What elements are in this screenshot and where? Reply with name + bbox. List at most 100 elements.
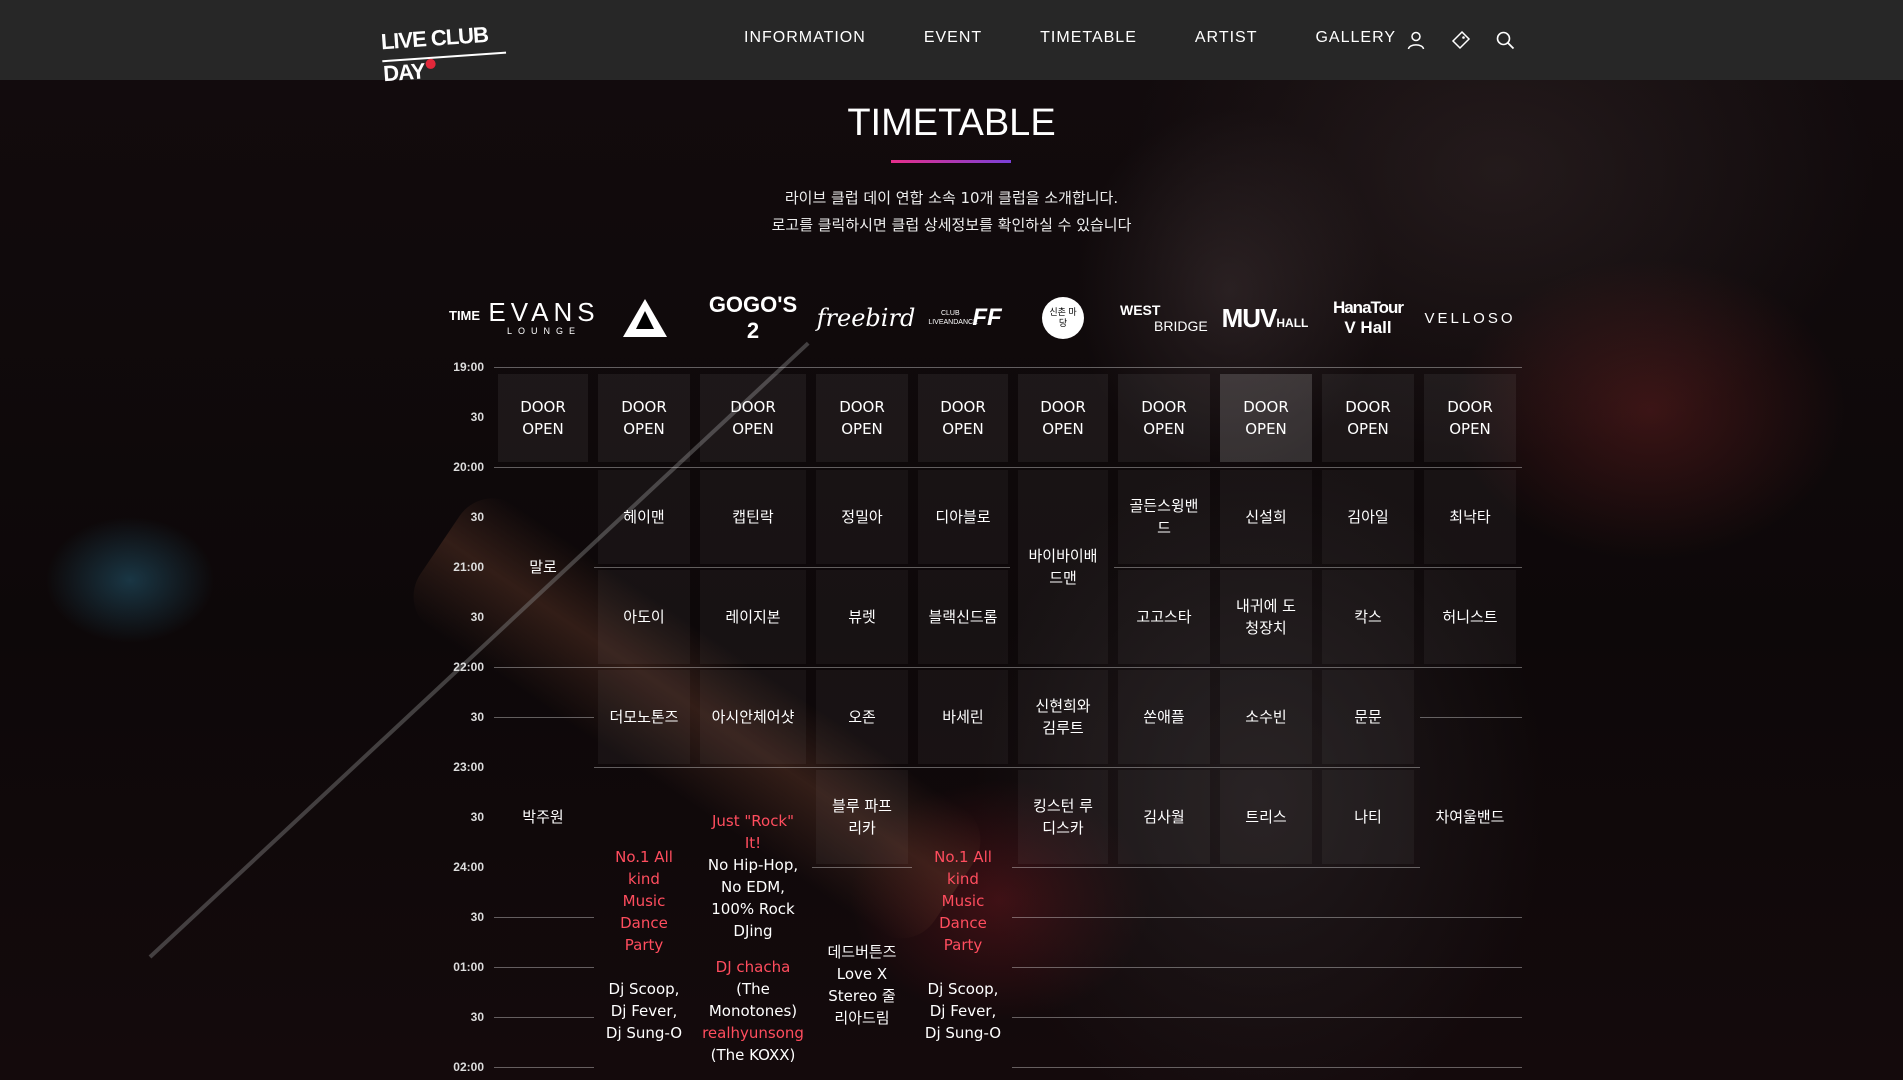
door-open-text: DOOR OPEN xyxy=(730,398,776,438)
act-so-subin[interactable]: 소수빈 xyxy=(1220,670,1312,764)
nav-timetable[interactable]: TIMETABLE xyxy=(1040,28,1137,48)
act-dance-party-prism[interactable]: No.1 All kind Music Dance Party Dj Scoop… xyxy=(598,770,690,1080)
grid-line xyxy=(494,467,1522,468)
act-adoy[interactable]: 아도이 xyxy=(598,570,690,664)
search-icon[interactable] xyxy=(1495,30,1515,50)
act-lazybone[interactable]: 레이지본 xyxy=(700,570,806,664)
dj-chacha: DJ chacha xyxy=(715,958,791,976)
act-shin-hyunhee[interactable]: 신현희와 김루트 xyxy=(1018,670,1108,764)
door-open-text: DOOR OPEN xyxy=(1243,398,1289,438)
club-logo-muv-name: MUV xyxy=(1221,302,1278,333)
club-logo-ff[interactable]: CLUB LIVEANDANCE FF xyxy=(920,292,1010,344)
act-black-syndrome[interactable]: 블랙신드롬 xyxy=(918,570,1008,664)
act-munmun[interactable]: 문문 xyxy=(1322,670,1414,764)
grid-line xyxy=(494,1017,594,1018)
act-burret[interactable]: 뷰렛 xyxy=(816,570,908,664)
grid-line xyxy=(1012,917,1522,918)
club-logo-west-name: WEST xyxy=(1120,302,1161,318)
club-logo-velloso[interactable]: VELLOSO xyxy=(1424,292,1516,344)
time-label: 30 xyxy=(470,410,484,424)
act-kim-sawol[interactable]: 김사월 xyxy=(1118,770,1210,864)
grid-line xyxy=(1012,1017,1522,1018)
club-logo-hanatour-sub: V Hall xyxy=(1344,318,1392,337)
act-nati[interactable]: 나티 xyxy=(1322,770,1414,864)
act-choi-nakta[interactable]: 최낙타 xyxy=(1424,470,1516,564)
door-open-text: DOOR OPEN xyxy=(1141,398,1187,438)
act-vaseline[interactable]: 바세린 xyxy=(918,670,1008,764)
user-icon[interactable] xyxy=(1406,30,1426,50)
act-shin-seolhee[interactable]: 신설희 xyxy=(1220,470,1312,564)
dance-party-djs: Dj Scoop, Dj Fever, Dj Sung-O xyxy=(605,980,683,1042)
time-label: 01:00 xyxy=(453,960,484,974)
act-kingston-rudieska[interactable]: 킹스턴 루디스카 xyxy=(1018,770,1108,864)
act-diablo[interactable]: 디아블로 xyxy=(918,470,1008,564)
act-honeyst[interactable]: 허니스트 xyxy=(1424,570,1516,664)
act-dance-party-ff[interactable]: No.1 All kind Music Dance Party Dj Scoop… xyxy=(918,770,1008,1080)
site-logo[interactable]: LIVE CLUB DAY xyxy=(379,17,507,86)
club-logo-evans-name: EVANS xyxy=(488,297,600,327)
nav-artist[interactable]: ARTIST xyxy=(1195,28,1258,48)
act-kox[interactable]: 칵스 xyxy=(1322,570,1414,664)
act-kingston-text: 킹스턴 루디스카 xyxy=(1033,797,1093,837)
door-open-cell: DOOR OPEN xyxy=(1424,374,1516,462)
site-header: LIVE CLUB DAY INFORMATION EVENT TIMETABL… xyxy=(0,0,1903,86)
door-open-cell: DOOR OPEN xyxy=(918,374,1008,462)
ticket-icon[interactable] xyxy=(1451,30,1471,50)
grid-line xyxy=(1012,867,1420,868)
grid-line xyxy=(1420,717,1522,718)
time-label: 30 xyxy=(470,510,484,524)
door-open-cell: DOOR OPEN xyxy=(1322,374,1414,462)
title-underline xyxy=(891,160,1011,163)
act-kim-ail[interactable]: 김아일 xyxy=(1322,470,1414,564)
act-just-rock-it[interactable]: Just "Rock" It! No Hip-Hop, No EDM, 100%… xyxy=(700,770,806,1080)
time-label: 22:00 xyxy=(453,660,484,674)
nav-gallery[interactable]: GALLERY xyxy=(1315,28,1396,48)
logo-dot-icon xyxy=(425,58,437,70)
door-open-text: DOOR OPEN xyxy=(1447,398,1493,438)
act-golden-swing-text: 골든스윙밴드 xyxy=(1129,497,1199,537)
club-logo-sinchon-madang[interactable]: 신촌 마당 xyxy=(1038,292,1088,344)
act-gogostar[interactable]: 고고스타 xyxy=(1118,570,1210,664)
act-asian-chairshot[interactable]: 아시안체어샷 xyxy=(700,670,806,764)
club-logo-muv-sub: HALL xyxy=(1276,316,1309,330)
act-blue-paprika[interactable]: 블루 파프리카 xyxy=(816,770,908,864)
time-label: 30 xyxy=(470,610,484,624)
time-column-header: TIME xyxy=(449,308,481,323)
time-label: 21:00 xyxy=(453,560,484,574)
club-logo-evans[interactable]: EVANS LOUNGE xyxy=(488,292,594,344)
dj-realhyunsong: realhyunsong xyxy=(702,1024,804,1042)
club-logo-muv-hall[interactable]: MUV HALL xyxy=(1221,292,1309,344)
act-tris[interactable]: 트리스 xyxy=(1220,770,1312,864)
time-label: 30 xyxy=(470,910,484,924)
act-shin-hyunhee-text: 신현희와 김루트 xyxy=(1035,697,1091,737)
act-thornapple[interactable]: 쏜애플 xyxy=(1118,670,1210,764)
logo-text: LIVE CLUB DAY xyxy=(380,21,489,87)
act-heyman[interactable]: 헤이맨 xyxy=(598,470,690,564)
grid-line xyxy=(494,667,1522,668)
act-the-monotones[interactable]: 더모노톤즈 xyxy=(598,670,690,764)
club-logo-prism[interactable] xyxy=(610,292,680,344)
act-deadbuttons-lovexstereo[interactable]: 데드버튼즈 Love X Stereo 줄리아드림 xyxy=(816,870,908,1080)
nav-event[interactable]: EVENT xyxy=(924,28,982,48)
act-chayeoul-band[interactable]: 차여울밴드 xyxy=(1424,720,1516,914)
act-ozone[interactable]: 오존 xyxy=(816,670,908,764)
act-deadbuttons-text: 데드버튼즈 Love X Stereo 줄리아드림 xyxy=(827,943,897,1027)
club-logo-west-bridge[interactable]: WEST BRIDGE xyxy=(1120,292,1212,344)
time-label: 19:00 xyxy=(453,360,484,374)
act-wiretap-in-my-ear[interactable]: 내귀에 도청장치 xyxy=(1220,570,1312,664)
club-logo-hanatour-vhall[interactable]: HanaTour V Hall xyxy=(1322,292,1414,344)
club-logo-freebird[interactable]: freebird xyxy=(816,292,916,344)
act-captain-rock[interactable]: 캡틴락 xyxy=(700,470,806,564)
act-golden-swing-band[interactable]: 골든스윙밴드 xyxy=(1118,470,1210,564)
nav-information[interactable]: INFORMATION xyxy=(744,28,866,48)
club-logo-gogos2[interactable]: GOGO'S 2 xyxy=(700,292,806,344)
act-park-juwon[interactable]: 박주원 xyxy=(498,670,588,964)
act-malo[interactable]: 말로 xyxy=(498,470,588,664)
time-label: 24:00 xyxy=(453,860,484,874)
prism-triangle-icon xyxy=(623,299,667,337)
door-open-text: DOOR OPEN xyxy=(940,398,986,438)
act-byebyebadman[interactable]: 바이바이배드맨 xyxy=(1018,470,1108,664)
act-jung-mila[interactable]: 정밀아 xyxy=(816,470,908,564)
time-label: 23:00 xyxy=(453,760,484,774)
door-open-cell: DOOR OPEN xyxy=(498,374,588,462)
